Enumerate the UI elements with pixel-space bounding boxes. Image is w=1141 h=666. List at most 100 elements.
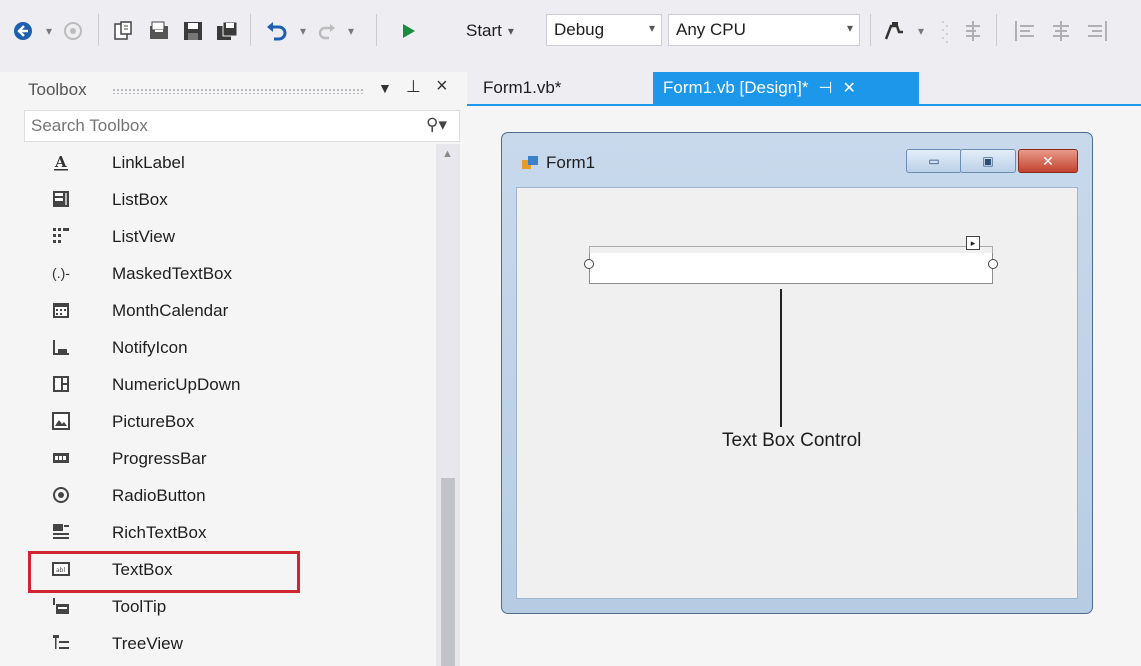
toolbox-item-monthcalendar[interactable]: MonthCalendar (24, 292, 434, 329)
minimize-button[interactable]: ▭ (906, 149, 962, 173)
forward-icon[interactable] (58, 14, 88, 48)
richtextbox-icon (52, 523, 70, 541)
toolbox-item-tooltip[interactable]: ToolTip (24, 588, 434, 625)
annotation-leader-line (780, 289, 782, 427)
undo-icon[interactable] (262, 14, 292, 48)
toolbox-item-treeview[interactable]: TreeView (24, 625, 434, 662)
search-input[interactable] (31, 116, 391, 136)
close-icon[interactable]: ✕ (842, 78, 855, 98)
maximize-icon: ▣ (982, 154, 994, 168)
toolbox-item-maskedtextbox[interactable]: (.)- MaskedTextBox (24, 255, 434, 292)
align-right-icon[interactable] (1082, 14, 1112, 48)
toolbox-title: Toolbox (28, 80, 87, 99)
form-title-bar: Form1 (522, 153, 595, 173)
close-icon[interactable]: × (436, 75, 448, 98)
form-client-area: ▸ Text Box Control (516, 187, 1078, 599)
form-window[interactable]: Form1 ▭ ▣ ✕ ▸ Text Box Control (501, 132, 1093, 614)
solution-configuration-select[interactable]: Debug ▾ (546, 14, 662, 46)
pin-icon[interactable]: ⊥ (406, 77, 421, 97)
resize-handle-right[interactable] (988, 259, 998, 269)
toolbox-item-label: NotifyIcon (112, 338, 188, 357)
toolbox-scrollbar[interactable]: ▲ (436, 144, 460, 666)
save-icon[interactable] (178, 14, 208, 48)
toolbox-item-label: PictureBox (112, 412, 195, 431)
toolbox-item-label: TreeView (112, 634, 183, 653)
new-project-icon[interactable] (108, 14, 138, 48)
tab-form1-vb[interactable]: Form1.vb* (473, 72, 571, 104)
form-icon (522, 156, 538, 170)
open-file-icon[interactable] (144, 14, 174, 48)
start-icon[interactable] (388, 14, 428, 48)
tab-form1-design[interactable]: Form1.vb [Design]* ⊣ ✕ (653, 72, 919, 104)
dropdown-icon[interactable]: ▼ (378, 80, 392, 96)
search-icon[interactable]: ⚲▾ (426, 115, 447, 135)
solution-platform-select[interactable]: Any CPU ▾ (668, 14, 860, 46)
numeric-updown-icon (52, 375, 70, 393)
notify-icon (52, 338, 70, 356)
toolbox-item-label: RadioButton (112, 486, 206, 505)
scrollbar-thumb[interactable] (441, 478, 455, 666)
tab-label: Form1.vb [Design]* (663, 78, 809, 97)
listview-icon (52, 227, 70, 245)
close-icon: ✕ (1042, 152, 1054, 169)
main-toolbar: ▾ ▾ ▾ Start ▾ Debug ▾ Any CPU ▾ ▾ (0, 0, 1141, 70)
grip-icon (930, 14, 960, 48)
textbox-highlight-box (28, 551, 300, 593)
align-left-icon[interactable] (1010, 14, 1040, 48)
find-dropdown-icon[interactable]: ▾ (914, 14, 928, 48)
find-icon[interactable] (880, 14, 910, 48)
chevron-down-icon: ▾ (648, 21, 655, 35)
toolbar-separator (870, 14, 871, 46)
toolbox-item-label: ListView (112, 227, 175, 246)
redo-dropdown-icon[interactable]: ▾ (344, 14, 358, 48)
progressbar-icon (52, 449, 70, 467)
tooltip-icon (52, 597, 70, 615)
radio-button-icon (52, 486, 70, 504)
toolbox-item-richtextbox[interactable]: RichTextBox (24, 514, 434, 551)
maximize-button[interactable]: ▣ (960, 149, 1016, 173)
toolbox-item-radiobutton[interactable]: RadioButton (24, 477, 434, 514)
toolbox-item-listview[interactable]: ListView (24, 218, 434, 255)
align-center-icon[interactable] (1046, 14, 1076, 48)
toolbox-item-picturebox[interactable]: PictureBox (24, 403, 434, 440)
align-icon[interactable] (958, 14, 988, 48)
designer-surface: Form1 ▭ ▣ ✕ ▸ Text Box Control (467, 106, 1141, 666)
toolbox-item-label: LinkLabel (112, 153, 185, 172)
start-label: Start (466, 21, 502, 40)
pin-icon[interactable]: ⊣ (819, 78, 833, 98)
toolbox-item-listbox[interactable]: ListBox (24, 181, 434, 218)
masked-textbox-icon: (.)- (52, 265, 70, 281)
listbox-icon (52, 190, 70, 208)
toolbox-item-progressbar[interactable]: ProgressBar (24, 440, 434, 477)
toolbox-item-label: MonthCalendar (112, 301, 229, 320)
back-dropdown-icon[interactable]: ▾ (42, 14, 56, 48)
save-all-icon[interactable] (212, 14, 242, 48)
toolbox-item-label: ListBox (112, 190, 168, 209)
start-dropdown-icon: ▾ (507, 24, 514, 38)
toolbox-search[interactable]: ⚲▾ (24, 110, 460, 142)
toolbox-item-label: NumericUpDown (112, 375, 241, 394)
scroll-up-icon[interactable]: ▲ (442, 148, 453, 160)
resize-handle-left[interactable] (584, 259, 594, 269)
toolbox-item-label: ProgressBar (112, 449, 207, 468)
toolbox-item-linklabel[interactable]: A LinkLabel (24, 144, 434, 181)
toolbox-item-numericupdown[interactable]: NumericUpDown (24, 366, 434, 403)
document-tabs: Form1.vb* Form1.vb [Design]* ⊣ ✕ (467, 72, 1141, 106)
minimize-icon: ▭ (928, 154, 940, 168)
toolbar-separator (376, 14, 377, 46)
toolbar-separator (996, 14, 997, 46)
toolbox-item-notifyicon[interactable]: NotifyIcon (24, 329, 434, 366)
tab-label: Form1.vb* (483, 78, 562, 97)
panel-grip[interactable] (112, 88, 364, 94)
smart-tag-icon[interactable]: ▸ (966, 236, 980, 250)
redo-icon[interactable] (312, 14, 342, 48)
toolbox-item-label: ToolTip (112, 597, 167, 616)
form-title: Form1 (546, 153, 596, 172)
close-button[interactable]: ✕ (1018, 149, 1078, 173)
textbox-control[interactable]: ▸ (584, 236, 998, 284)
chevron-down-icon: ▾ (846, 21, 853, 35)
start-button[interactable]: Start ▾ (466, 14, 546, 48)
selection-frame (589, 246, 993, 253)
back-icon[interactable] (8, 14, 38, 48)
undo-dropdown-icon[interactable]: ▾ (296, 14, 310, 48)
